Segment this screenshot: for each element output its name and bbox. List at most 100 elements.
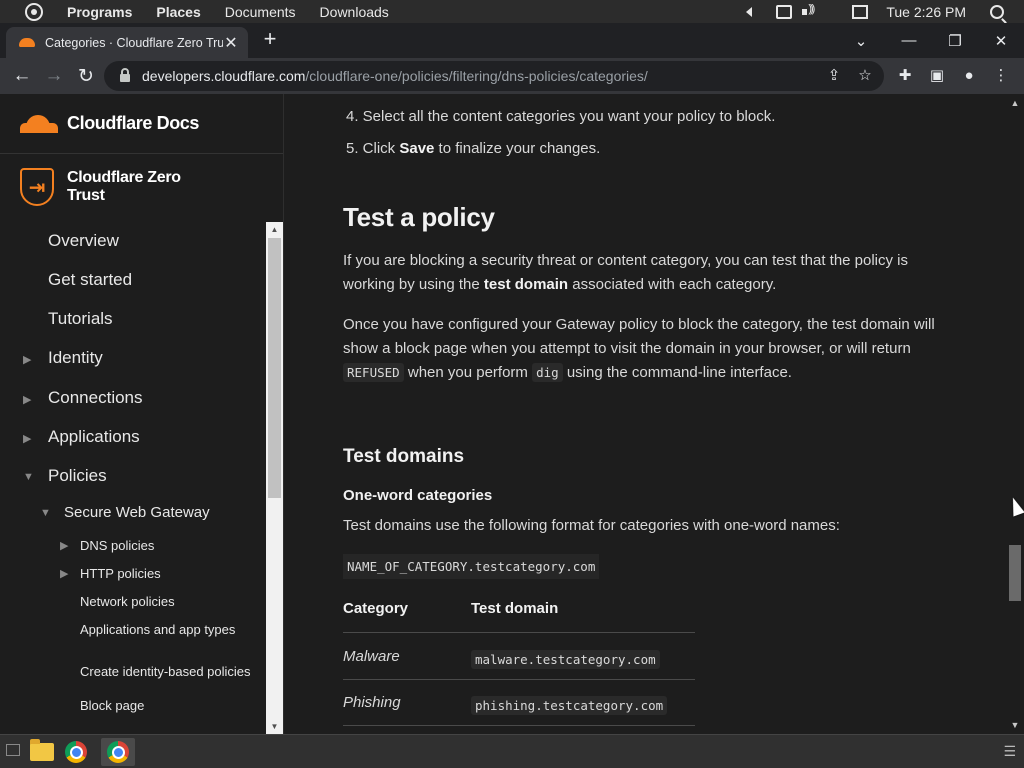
close-tab-icon[interactable]: ✕: [223, 33, 239, 53]
sidebar-item-tutorials[interactable]: Tutorials: [48, 309, 113, 329]
activities-icon[interactable]: [25, 2, 43, 21]
docs-brand[interactable]: Cloudflare Docs: [0, 94, 283, 154]
scroll-down-icon[interactable]: ▼: [266, 722, 283, 731]
share-icon[interactable]: ⇪: [826, 68, 842, 84]
side-panel-icon[interactable]: ▣: [928, 67, 946, 85]
docs-sidebar: Cloudflare Docs ⇥ Cloudflare Zero Trust …: [0, 94, 284, 734]
network-icon[interactable]: [776, 4, 793, 19]
profile-icon[interactable]: ●: [960, 67, 978, 85]
tab-search-icon[interactable]: ⌄: [838, 23, 884, 58]
chrome-window-icon[interactable]: [101, 738, 135, 766]
reload-button[interactable]: ↻: [73, 63, 99, 89]
menu-places[interactable]: Places: [156, 4, 200, 20]
zero-trust-logo-icon: ⇥: [20, 168, 54, 206]
clock[interactable]: Tue 2:26 PM: [886, 4, 966, 20]
section-heading: Test a policy: [343, 202, 495, 232]
main-scrollbar[interactable]: ▲ ▼: [1006, 94, 1024, 734]
product-header[interactable]: ⇥ Cloudflare Zero Trust: [0, 154, 283, 220]
format-code-block: NAME_OF_CATEGORY.testcategory.com: [343, 554, 600, 579]
paragraph-format: Test domains use the following format fo…: [343, 517, 840, 534]
os-top-bar: Programs Places Documents Downloads Tue …: [0, 0, 1024, 23]
address-bar[interactable]: developers.cloudflare.com/cloudflare-one…: [104, 61, 884, 91]
sidebar-item-http-policies[interactable]: HTTP policies: [80, 564, 255, 584]
sidebar-scroll-thumb[interactable]: [268, 238, 281, 498]
show-desktop-icon[interactable]: [6, 744, 20, 756]
search-icon[interactable]: [990, 4, 1004, 19]
screen: Programs Places Documents Downloads Tue …: [0, 0, 1024, 768]
browser-tab[interactable]: Categories · Cloudflare Zero Trust ✕: [6, 27, 248, 58]
paragraph-test-intro: If you are blocking a security threat or…: [343, 249, 953, 297]
sidebar-item-connections[interactable]: Connections: [48, 388, 143, 408]
restore-button[interactable]: ❐: [932, 23, 978, 58]
table-cell-domain: malware.testcategory.com: [471, 650, 660, 669]
table-header-category: Category: [343, 600, 409, 617]
save-keyword: Save: [399, 140, 435, 157]
product-title: Cloudflare Zero Trust: [67, 169, 181, 204]
subheading-one-word: One-word categories: [343, 487, 493, 504]
inline-code-dig: dig: [532, 363, 563, 382]
lock-icon[interactable]: [120, 68, 130, 82]
caret-right-icon[interactable]: ▶: [23, 432, 31, 445]
sidebar-item-applications[interactable]: Applications: [48, 427, 140, 447]
subheading-test-domains: Test domains: [343, 446, 465, 467]
sidebar-item-dns-policies[interactable]: DNS policies: [80, 536, 255, 556]
sidebar-item-policies[interactable]: Policies: [48, 466, 107, 486]
back-button[interactable]: ←: [9, 63, 35, 89]
taskbar-menu-icon[interactable]: ☰: [1003, 743, 1016, 760]
caret-right-icon[interactable]: ▶: [23, 353, 31, 366]
sidebar-item-identity[interactable]: Identity: [48, 348, 103, 368]
sidebar-scrollbar[interactable]: ▲ ▼: [266, 222, 283, 734]
caret-right-icon[interactable]: ▶: [60, 539, 68, 552]
main-scroll-thumb[interactable]: [1009, 545, 1021, 601]
more-menu-icon[interactable]: ⋮: [992, 67, 1010, 85]
table-divider: [343, 725, 695, 726]
cloudflare-logo-icon: [20, 114, 58, 133]
table-header-domain: Test domain: [471, 600, 559, 617]
forward-button[interactable]: →: [41, 63, 67, 89]
inline-code-refused: REFUSED: [343, 363, 404, 382]
cloudflare-favicon-icon: [19, 38, 35, 47]
menu-programs[interactable]: Programs: [67, 4, 132, 20]
sidebar-item-get-started[interactable]: Get started: [48, 270, 132, 290]
scroll-up-icon[interactable]: ▲: [1006, 98, 1024, 108]
extensions-icon[interactable]: ✚: [896, 67, 914, 85]
test-domain-keyword: test domain: [483, 276, 569, 293]
scroll-up-icon[interactable]: ▲: [266, 225, 283, 234]
table-cell-category: Phishing: [343, 694, 401, 711]
menu-downloads[interactable]: Downloads: [320, 4, 389, 20]
browser-tab-bar: Categories · Cloudflare Zero Trust ✕ + ⌄…: [0, 23, 1024, 58]
volume-icon[interactable]: [802, 3, 820, 19]
url-path: /cloudflare-one/policies/filtering/dns-p…: [305, 68, 648, 84]
p2-text-b: when you perform: [403, 364, 533, 381]
taskbar: ☰: [0, 734, 1024, 768]
sidebar-item-secure-web-gateway[interactable]: Secure Web Gateway: [64, 504, 210, 521]
table-cell-domain: phishing.testcategory.com: [471, 696, 668, 715]
step-4: 4. Select all the content categories you…: [346, 108, 776, 125]
scroll-down-icon[interactable]: ▼: [1006, 720, 1024, 730]
files-app-icon[interactable]: [28, 738, 56, 766]
caret-down-icon[interactable]: ▼: [23, 471, 34, 483]
p1-text-end: associated with each category.: [568, 276, 777, 293]
menu-documents[interactable]: Documents: [225, 4, 296, 20]
tray-expand-icon[interactable]: [746, 6, 753, 17]
chrome-launcher-icon[interactable]: [62, 738, 90, 766]
sidebar-item-create-identity-based-policies[interactable]: Create identity-based policies: [80, 662, 255, 682]
url-host: developers.cloudflare.com: [142, 68, 306, 84]
caret-right-icon[interactable]: ▶: [23, 393, 31, 406]
display-icon[interactable]: [852, 4, 869, 19]
caret-down-icon[interactable]: ▼: [40, 507, 51, 519]
sidebar-nav: Overview Get started Tutorials Identity ▶ Con…: [0, 222, 266, 734]
sidebar-item-network-policies[interactable]: Network policies: [80, 592, 255, 612]
minimize-button[interactable]: —: [886, 23, 932, 58]
table-divider: [343, 679, 695, 680]
caret-right-icon[interactable]: ▶: [60, 567, 68, 580]
step-5-text-end: to finalize your changes.: [434, 140, 601, 157]
new-tab-button[interactable]: +: [259, 28, 281, 51]
browser-toolbar: ← → ↻ developers.cloudflare.com/cloudfla…: [0, 58, 1024, 94]
table-divider: [343, 632, 695, 633]
close-window-button[interactable]: ✕: [978, 23, 1024, 58]
sidebar-item-applications-and-app-types[interactable]: Applications and app types: [80, 620, 255, 640]
bookmark-star-icon[interactable]: ☆: [857, 68, 873, 84]
sidebar-item-block-page[interactable]: Block page: [80, 696, 255, 716]
sidebar-item-overview[interactable]: Overview: [48, 231, 119, 251]
